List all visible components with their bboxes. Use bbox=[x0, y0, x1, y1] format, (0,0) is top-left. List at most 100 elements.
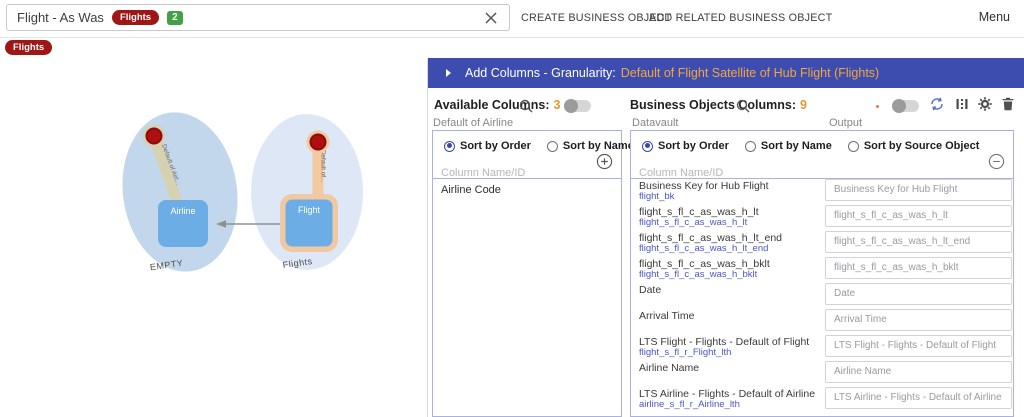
remove-column-icon[interactable] bbox=[988, 153, 1005, 170]
sort-by-order-radio[interactable]: Sort by Order bbox=[444, 140, 531, 152]
radio-selected-icon bbox=[444, 141, 455, 152]
output-column-cell: LTS Flight - Flights - Default of Flight bbox=[825, 335, 1012, 357]
datavault-column-id: flight_s_fl_c_as_was_h_lt_end bbox=[639, 244, 821, 254]
available-sort-row: Sort by Order Sort by Name bbox=[433, 131, 621, 152]
trash-icon[interactable] bbox=[1000, 96, 1016, 112]
left-source-area bbox=[112, 105, 247, 279]
datavault-column-id: flight_bk bbox=[639, 192, 821, 202]
available-columns-toggle[interactable] bbox=[564, 99, 591, 113]
business-object-row: flight_s_fl_c_as_was_h_lt_end flight_s_f… bbox=[631, 230, 1013, 256]
box-divider bbox=[433, 178, 621, 179]
add-columns-title: Add Columns - Granularity: bbox=[465, 66, 616, 80]
tab-source-badge: Flights bbox=[112, 10, 159, 25]
flight-node-label: Flight bbox=[298, 205, 321, 215]
available-columns-count: 3 bbox=[554, 98, 561, 112]
datavault-column-name: Arrival Time bbox=[639, 311, 821, 322]
output-column-label: Output bbox=[829, 117, 862, 129]
datavault-column-cell[interactable]: flight_s_fl_c_as_was_h_lt_end flight_s_f… bbox=[639, 233, 821, 254]
output-column-cell: flight_s_fl_c_as_was_h_lt_end bbox=[825, 231, 1012, 253]
datavault-column-id: flight_s_fl_c_as_was_h_bklt bbox=[639, 270, 821, 280]
radio-unselected-icon bbox=[547, 141, 558, 152]
business-objects-columns-box: Sort by Order Sort by Name Sort by Sourc… bbox=[630, 130, 1014, 417]
airline-hub-node[interactable]: Airline bbox=[158, 200, 208, 247]
output-column-cell: Arrival Time bbox=[825, 309, 1012, 331]
business-object-row: flight_s_fl_c_as_was_h_lt flight_s_fl_c_… bbox=[631, 204, 1013, 230]
airline-node-label: Airline bbox=[170, 206, 195, 216]
output-column-cell: LTS Airline - Flights - Default of Airli… bbox=[825, 387, 1012, 409]
menu-button[interactable]: Menu bbox=[979, 10, 1010, 24]
object-tab[interactable]: Flight - As Was Flights 2 bbox=[6, 4, 510, 31]
available-columns-label: Available Columns:3 bbox=[434, 98, 561, 112]
business-object-row: Business Key for Hub Flight flight_bk Bu… bbox=[631, 178, 1013, 204]
sort-by-name-radio[interactable]: Sort by Name bbox=[547, 140, 634, 152]
sort-by-source-object-radio[interactable]: Sort by Source Object bbox=[848, 140, 980, 152]
radio-unselected-icon bbox=[745, 141, 756, 152]
datavault-column-cell[interactable]: LTS Flight - Flights - Default of Flight… bbox=[639, 337, 821, 358]
output-column-input[interactable]: flight_s_fl_c_as_was_h_lt_end bbox=[825, 231, 1012, 253]
business-object-row: Arrival Time Arrival Time bbox=[631, 308, 1013, 334]
radio-unselected-icon bbox=[848, 141, 859, 152]
output-column-cell: Date bbox=[825, 283, 1012, 305]
output-column-input[interactable]: Airline Name bbox=[825, 361, 1012, 383]
business-object-row: Airline Name Airline Name bbox=[631, 360, 1013, 386]
datavault-column-cell[interactable]: Arrival Time bbox=[639, 311, 821, 322]
datavault-column-label: Datavault bbox=[632, 117, 678, 129]
search-available-icon[interactable] bbox=[518, 98, 534, 114]
radio-selected-icon bbox=[642, 141, 653, 152]
datavault-column-cell[interactable]: Business Key for Hub Flight flight_bk bbox=[639, 181, 821, 202]
add-column-icon[interactable] bbox=[596, 153, 613, 170]
business-object-row: LTS Airline - Flights - Default of Airli… bbox=[631, 386, 1013, 412]
search-business-icon[interactable] bbox=[735, 98, 751, 114]
insert-columns-icon[interactable] bbox=[954, 96, 970, 112]
flight-hub-node[interactable]: Flight bbox=[280, 194, 338, 252]
datavault-column-name: Airline Name bbox=[639, 363, 821, 374]
sort-by-name-radio[interactable]: Sort by Name bbox=[745, 140, 832, 152]
airline-satellite-node[interactable] bbox=[147, 129, 162, 144]
datavault-column-id: airline_s_fl_r_Airline_lth bbox=[639, 400, 821, 410]
granularity-value: Default of Flight Satellite of Hub Fligh… bbox=[621, 66, 879, 80]
datavault-column-cell[interactable]: Date bbox=[639, 285, 821, 296]
output-column-input[interactable]: Arrival Time bbox=[825, 309, 1012, 331]
available-column-item[interactable]: Airline Code bbox=[441, 184, 501, 196]
datavault-column-id: flight_s_fl_r_Flight_lth bbox=[639, 348, 821, 358]
datavault-column-cell[interactable]: LTS Airline - Flights - Default of Airli… bbox=[639, 389, 821, 410]
app-window: Flight - As Was Flights 2 CREATE BUSINES… bbox=[0, 0, 1024, 417]
refresh-icon[interactable] bbox=[929, 96, 945, 112]
datavault-column-name: Date bbox=[639, 285, 821, 296]
output-column-input[interactable]: Date bbox=[825, 283, 1012, 305]
business-object-row: LTS Flight - Flights - Default of Flight… bbox=[631, 334, 1013, 360]
flight-satellite-label: Default of... bbox=[320, 150, 327, 182]
business-objects-columns-label: Business Objects Columns:9 bbox=[630, 98, 807, 112]
business-object-rows: Business Key for Hub Flight flight_bk Bu… bbox=[631, 178, 1013, 412]
output-column-input[interactable]: Business Key for Hub Flight bbox=[825, 179, 1012, 201]
sort-by-order-radio[interactable]: Sort by Order bbox=[642, 140, 729, 152]
top-bar: Flight - As Was Flights 2 CREATE BUSINES… bbox=[0, 0, 1024, 38]
output-column-input[interactable]: flight_s_fl_c_as_was_h_lt bbox=[825, 205, 1012, 227]
output-column-input[interactable]: LTS Airline - Flights - Default of Airli… bbox=[825, 387, 1012, 409]
business-sort-row: Sort by Order Sort by Name Sort by Sourc… bbox=[631, 131, 1013, 152]
business-object-row: flight_s_fl_c_as_was_h_bklt flight_s_fl_… bbox=[631, 256, 1013, 282]
settings-gear-icon[interactable] bbox=[977, 96, 993, 112]
output-column-cell: Airline Name bbox=[825, 361, 1012, 383]
add-related-business-object-button[interactable]: ADD RELATED BUSINESS OBJECT bbox=[649, 12, 832, 24]
available-group-label: Default of Airline bbox=[433, 117, 513, 129]
datavault-column-cell[interactable]: Airline Name bbox=[639, 363, 821, 374]
add-columns-header[interactable]: Add Columns - Granularity: Default of Fl… bbox=[428, 58, 1024, 88]
datavault-column-id: flight_s_fl_c_as_was_h_lt bbox=[639, 218, 821, 228]
output-column-cell: flight_s_fl_c_as_was_h_lt bbox=[825, 205, 1012, 227]
output-column-input[interactable]: LTS Flight - Flights - Default of Flight bbox=[825, 335, 1012, 357]
business-object-row: Date Date bbox=[631, 282, 1013, 308]
flight-satellite-node[interactable] bbox=[311, 135, 326, 150]
output-column-input[interactable]: flight_s_fl_c_as_was_h_bklt bbox=[825, 257, 1012, 279]
output-column-cell: flight_s_fl_c_as_was_h_bklt bbox=[825, 257, 1012, 279]
model-diagram: Default of Airl... Default of... Airline… bbox=[0, 38, 424, 417]
output-columns-toggle[interactable] bbox=[892, 99, 919, 113]
notification-dot bbox=[876, 105, 879, 108]
close-icon[interactable] bbox=[483, 10, 499, 26]
panel-divider bbox=[427, 58, 428, 417]
tab-count-badge: 2 bbox=[167, 11, 183, 25]
datavault-column-cell[interactable]: flight_s_fl_c_as_was_h_lt flight_s_fl_c_… bbox=[639, 207, 821, 228]
tab-title: Flight - As Was bbox=[17, 10, 104, 25]
business-objects-columns-count: 9 bbox=[800, 98, 807, 112]
datavault-column-cell[interactable]: flight_s_fl_c_as_was_h_bklt flight_s_fl_… bbox=[639, 259, 821, 280]
